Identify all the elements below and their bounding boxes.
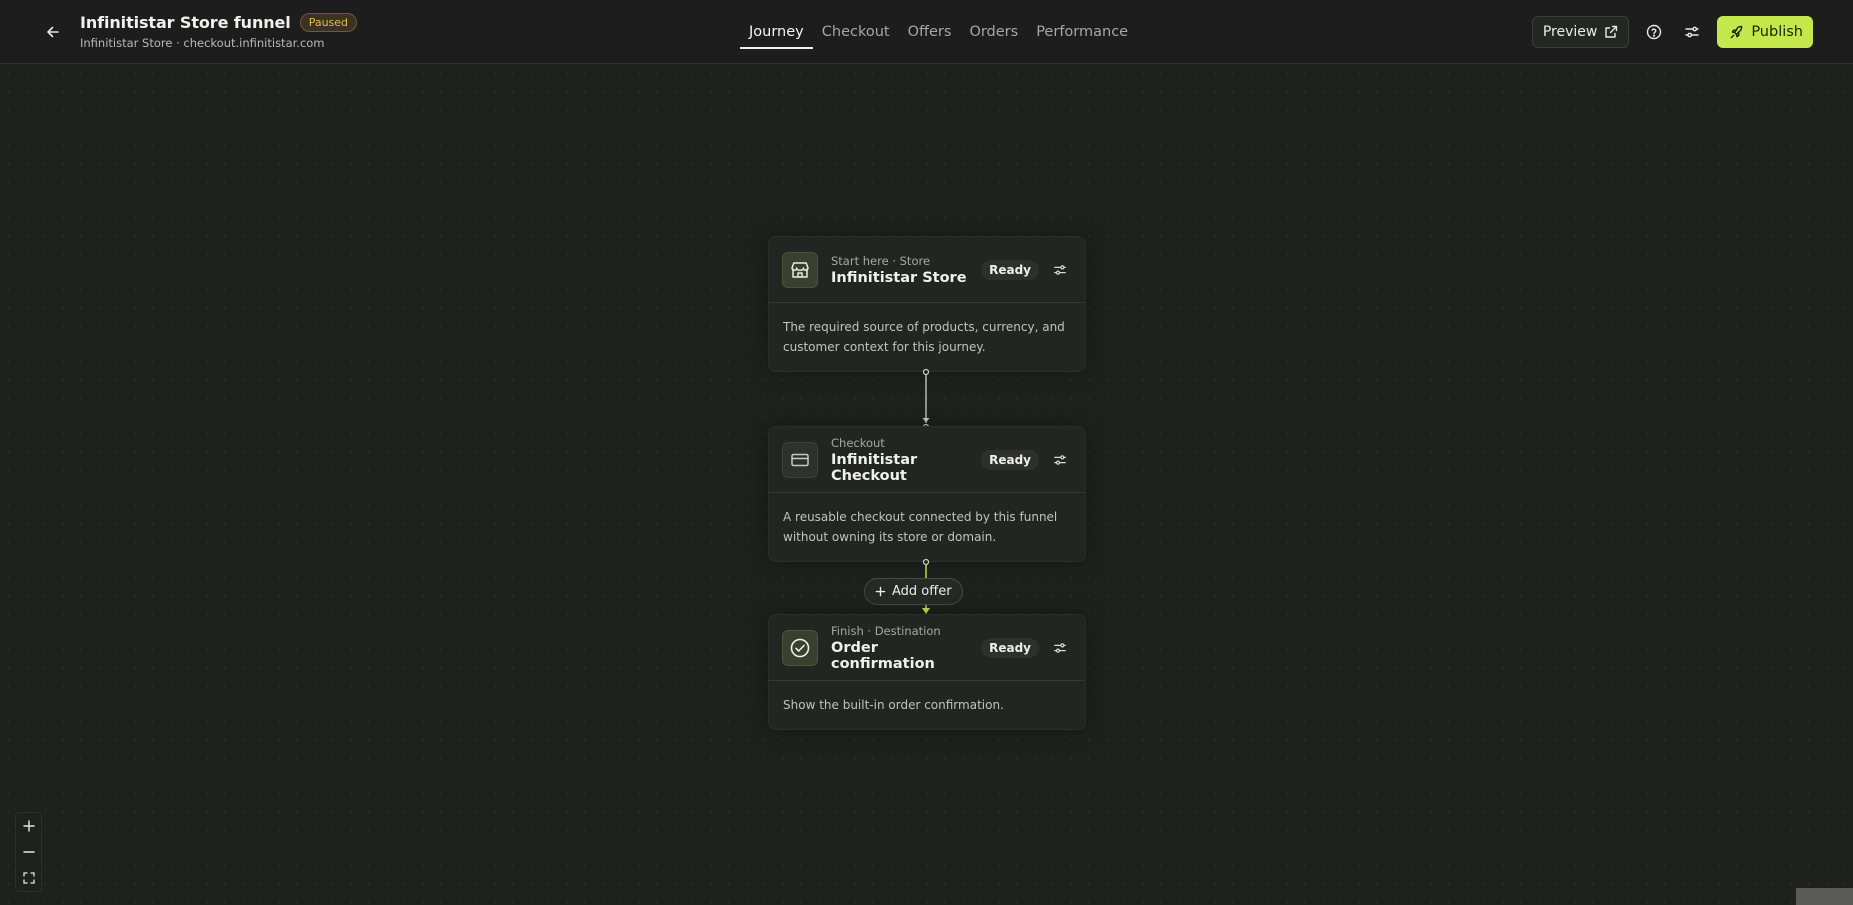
sliders-icon bbox=[1054, 454, 1066, 465]
status-badge: Paused bbox=[299, 13, 358, 32]
node-name: Infinitistar Store bbox=[831, 269, 967, 286]
help-button[interactable] bbox=[1641, 19, 1667, 45]
node-kicker: Checkout bbox=[831, 435, 885, 450]
external-link-icon bbox=[1605, 25, 1618, 38]
node-text: Finish · Destination Order confirmation bbox=[831, 624, 981, 672]
node-description: Show the built-in order confirmation. bbox=[783, 698, 1004, 712]
connector-store-to-checkout bbox=[922, 368, 930, 431]
node-kicker: Start here · Store bbox=[831, 253, 931, 268]
help-circle-icon bbox=[1647, 24, 1662, 40]
check-circle-icon bbox=[790, 638, 810, 657]
tab-offers[interactable]: Offers bbox=[899, 0, 961, 64]
node-text: Checkout Infinitistar Checkout bbox=[831, 436, 981, 484]
node-order-confirmation[interactable]: Finish · Destination Order confirmation … bbox=[768, 614, 1086, 730]
back-button[interactable] bbox=[40, 21, 66, 43]
tab-performance[interactable]: Performance bbox=[1027, 0, 1137, 64]
page-subtitle: Infinitistar Store · checkout.infinitist… bbox=[80, 36, 325, 50]
node-kicker: Finish · Destination bbox=[831, 623, 941, 638]
plus-icon bbox=[22, 820, 35, 832]
fit-view-button[interactable] bbox=[16, 865, 41, 891]
node-header: Start here · Store Infinitistar Store Re… bbox=[769, 237, 1085, 303]
zoom-out-button[interactable] bbox=[16, 839, 41, 865]
node-description: A reusable checkout connected by this fu… bbox=[783, 510, 1058, 544]
node-description: The required source of products, currenc… bbox=[783, 320, 1065, 354]
ready-badge: Ready bbox=[981, 637, 1039, 658]
ready-badge: Ready bbox=[981, 449, 1039, 470]
tab-checkout[interactable]: Checkout bbox=[813, 0, 899, 64]
settings-button[interactable] bbox=[1679, 19, 1705, 45]
zoom-in-button[interactable] bbox=[16, 813, 41, 839]
sliders-icon bbox=[1054, 264, 1066, 275]
corner-overlay bbox=[1796, 888, 1853, 905]
store-icon bbox=[791, 261, 809, 278]
node-icon-container bbox=[782, 629, 818, 666]
credit-card-icon bbox=[791, 453, 809, 466]
ready-badge: Ready bbox=[981, 259, 1039, 280]
add-offer-button[interactable]: Add offer bbox=[864, 578, 963, 605]
node-header: Finish · Destination Order confirmation … bbox=[769, 615, 1085, 681]
page-title: Infinitistar Store funnel bbox=[80, 13, 291, 32]
node-store[interactable]: Start here · Store Infinitistar Store Re… bbox=[768, 236, 1086, 372]
publish-label: Publish bbox=[1751, 24, 1803, 40]
node-text: Start here · Store Infinitistar Store bbox=[831, 254, 981, 286]
node-settings-button[interactable] bbox=[1049, 259, 1071, 281]
header-actions: Preview Publish bbox=[1531, 16, 1813, 48]
add-offer-label: Add offer bbox=[892, 584, 952, 599]
tab-bar: Journey Checkout Offers Orders Performan… bbox=[740, 0, 1137, 64]
zoom-controls bbox=[15, 812, 42, 892]
arrow-left-icon bbox=[47, 26, 59, 38]
node-checkout[interactable]: Checkout Infinitistar Checkout Ready A r… bbox=[768, 426, 1086, 562]
sliders-icon bbox=[1685, 26, 1700, 38]
node-settings-button[interactable] bbox=[1049, 637, 1071, 659]
publish-button[interactable]: Publish bbox=[1717, 16, 1813, 48]
node-header: Checkout Infinitistar Checkout Ready bbox=[769, 427, 1085, 493]
minus-icon bbox=[22, 851, 35, 853]
tab-journey[interactable]: Journey bbox=[740, 0, 813, 64]
rocket-icon bbox=[1730, 25, 1743, 38]
fullscreen-icon bbox=[22, 872, 35, 884]
node-icon-container bbox=[782, 441, 818, 478]
plus-icon bbox=[875, 586, 886, 597]
node-name: Order confirmation bbox=[831, 639, 935, 672]
preview-label: Preview bbox=[1542, 24, 1598, 40]
tab-orders[interactable]: Orders bbox=[960, 0, 1027, 64]
top-bar: Infinitistar Store funnel Paused Infinit… bbox=[0, 0, 1853, 64]
node-name: Infinitistar Checkout bbox=[831, 451, 918, 484]
node-icon-container bbox=[782, 251, 818, 288]
node-settings-button[interactable] bbox=[1049, 449, 1071, 471]
funnel-title-block: Infinitistar Store funnel Paused Infinit… bbox=[80, 13, 358, 50]
sliders-icon bbox=[1054, 642, 1066, 653]
preview-button[interactable]: Preview bbox=[1531, 16, 1630, 48]
